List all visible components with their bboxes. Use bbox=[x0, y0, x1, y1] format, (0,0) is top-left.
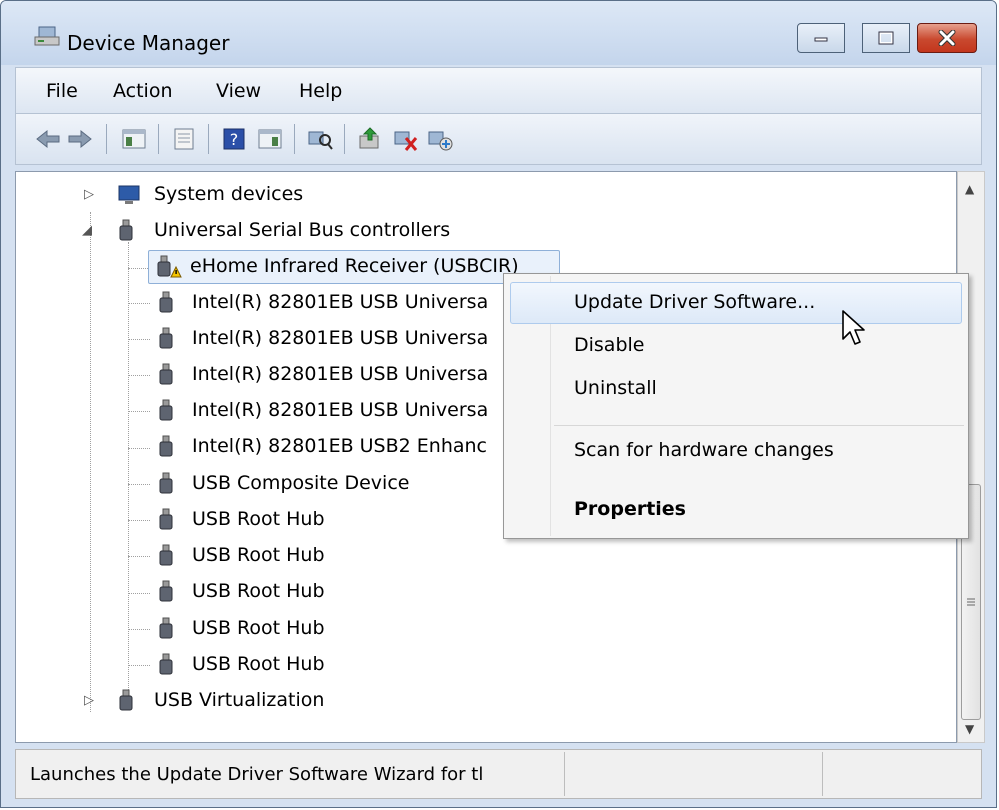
tree-node-usb-device[interactable]: USB Root Hub bbox=[16, 577, 916, 607]
menu-item-uninstall[interactable]: Uninstall bbox=[574, 377, 657, 399]
tree-label: Intel(R) 82801EB USB Universa bbox=[192, 291, 489, 313]
help-icon[interactable]: ? bbox=[220, 126, 248, 152]
usb-controller-icon bbox=[159, 617, 173, 639]
menu-view[interactable]: View bbox=[216, 80, 261, 102]
tree-label: Intel(R) 82801EB USB Universa bbox=[192, 399, 489, 421]
grip-icon bbox=[967, 598, 975, 606]
usb-controller-icon bbox=[159, 472, 173, 494]
tree-label: Universal Serial Bus controllers bbox=[154, 219, 451, 241]
show-action-pane-icon[interactable] bbox=[256, 126, 284, 152]
tree-node-usb-controllers[interactable]: ◢ Universal Serial Bus controllers bbox=[16, 216, 916, 246]
tree-node-system-devices[interactable]: ▷ System devices bbox=[16, 180, 916, 210]
tree-label: Intel(R) 82801EB USB2 Enhanc bbox=[192, 435, 488, 457]
minimize-icon bbox=[814, 37, 828, 42]
menu-action[interactable]: Action bbox=[113, 80, 173, 102]
expand-arrow-icon[interactable]: ▷ bbox=[84, 693, 94, 708]
back-arrow-icon[interactable] bbox=[34, 126, 62, 152]
close-icon bbox=[938, 30, 956, 46]
menu-item-properties[interactable]: Properties bbox=[574, 498, 686, 520]
uninstall-icon[interactable] bbox=[392, 126, 420, 152]
usb-controller-icon bbox=[119, 689, 133, 711]
tree-node-usb-device[interactable]: USB Root Hub bbox=[16, 614, 916, 644]
show-hide-console-tree-icon[interactable] bbox=[120, 126, 148, 152]
title-bar[interactable]: Device Manager bbox=[1, 1, 996, 65]
scan-hardware-icon[interactable] bbox=[306, 126, 334, 152]
tree-label: Intel(R) 82801EB USB Universa bbox=[192, 327, 489, 349]
toolbar: ? bbox=[15, 113, 982, 165]
tree-label: USB Root Hub bbox=[192, 508, 325, 530]
window-title: Device Manager bbox=[67, 31, 230, 55]
status-bar: Launches the Update Driver Software Wiza… bbox=[15, 749, 982, 799]
usb-controller-icon bbox=[159, 580, 173, 602]
tree-label: USB Root Hub bbox=[192, 653, 325, 675]
device-manager-window: Device Manager File Action View Help ? ▷… bbox=[0, 0, 997, 808]
collapse-arrow-icon[interactable]: ◢ bbox=[82, 223, 92, 238]
tree-label: Intel(R) 82801EB USB Universa bbox=[192, 363, 489, 385]
menu-separator bbox=[554, 425, 964, 426]
tree-label: USB Virtualization bbox=[154, 689, 325, 711]
mouse-cursor-icon bbox=[842, 310, 865, 345]
tree-label: USB Composite Device bbox=[192, 472, 410, 494]
menu-bar: File Action View Help bbox=[15, 67, 982, 113]
status-text: Launches the Update Driver Software Wiza… bbox=[30, 764, 484, 785]
maximize-icon bbox=[878, 31, 894, 45]
system-devices-icon bbox=[118, 185, 140, 204]
tree-label: eHome Infrared Receiver (USBCIR) bbox=[190, 255, 519, 277]
usb-controller-icon bbox=[159, 327, 173, 349]
forward-arrow-icon[interactable] bbox=[66, 126, 94, 152]
warning-usb-icon bbox=[157, 255, 182, 278]
device-manager-icon bbox=[33, 25, 61, 53]
menu-item-update-driver[interactable]: Update Driver Software... bbox=[574, 291, 815, 313]
usb-controller-icon bbox=[159, 399, 173, 421]
usb-controller-icon bbox=[159, 544, 173, 566]
menu-file[interactable]: File bbox=[46, 80, 78, 102]
tree-node-usb-device[interactable]: USB Root Hub bbox=[16, 650, 916, 680]
menu-item-scan-hardware[interactable]: Scan for hardware changes bbox=[574, 439, 834, 461]
menu-help[interactable]: Help bbox=[299, 80, 342, 102]
close-button[interactable] bbox=[917, 23, 977, 53]
usb-controller-icon bbox=[159, 291, 173, 313]
menu-item-disable[interactable]: Disable bbox=[574, 334, 644, 356]
properties-icon[interactable] bbox=[170, 126, 198, 152]
enable-device-icon[interactable] bbox=[426, 126, 454, 152]
context-menu: Update Driver Software... Disable Uninst… bbox=[503, 273, 969, 539]
tree-label: System devices bbox=[154, 183, 304, 205]
minimize-button[interactable] bbox=[797, 23, 845, 53]
usb-controller-icon bbox=[159, 363, 173, 385]
expand-arrow-icon[interactable]: ▷ bbox=[84, 187, 94, 202]
tree-node-usb-device[interactable]: USB Root Hub bbox=[16, 541, 916, 571]
scroll-down-icon[interactable]: ▼ bbox=[965, 722, 974, 736]
update-driver-icon[interactable] bbox=[356, 126, 384, 152]
tree-label: USB Root Hub bbox=[192, 580, 325, 602]
usb-controller-icon bbox=[159, 508, 173, 530]
maximize-button[interactable] bbox=[862, 23, 910, 53]
svg-text:?: ? bbox=[230, 130, 239, 149]
tree-node-usb-virtualization[interactable]: ▷ USB Virtualization bbox=[16, 686, 916, 716]
usb-controller-icon bbox=[119, 219, 133, 241]
tree-label: USB Root Hub bbox=[192, 617, 325, 639]
scroll-up-icon[interactable]: ▲ bbox=[965, 182, 974, 196]
tree-label: USB Root Hub bbox=[192, 544, 325, 566]
usb-controller-icon bbox=[159, 653, 173, 675]
usb-controller-icon bbox=[159, 435, 173, 457]
